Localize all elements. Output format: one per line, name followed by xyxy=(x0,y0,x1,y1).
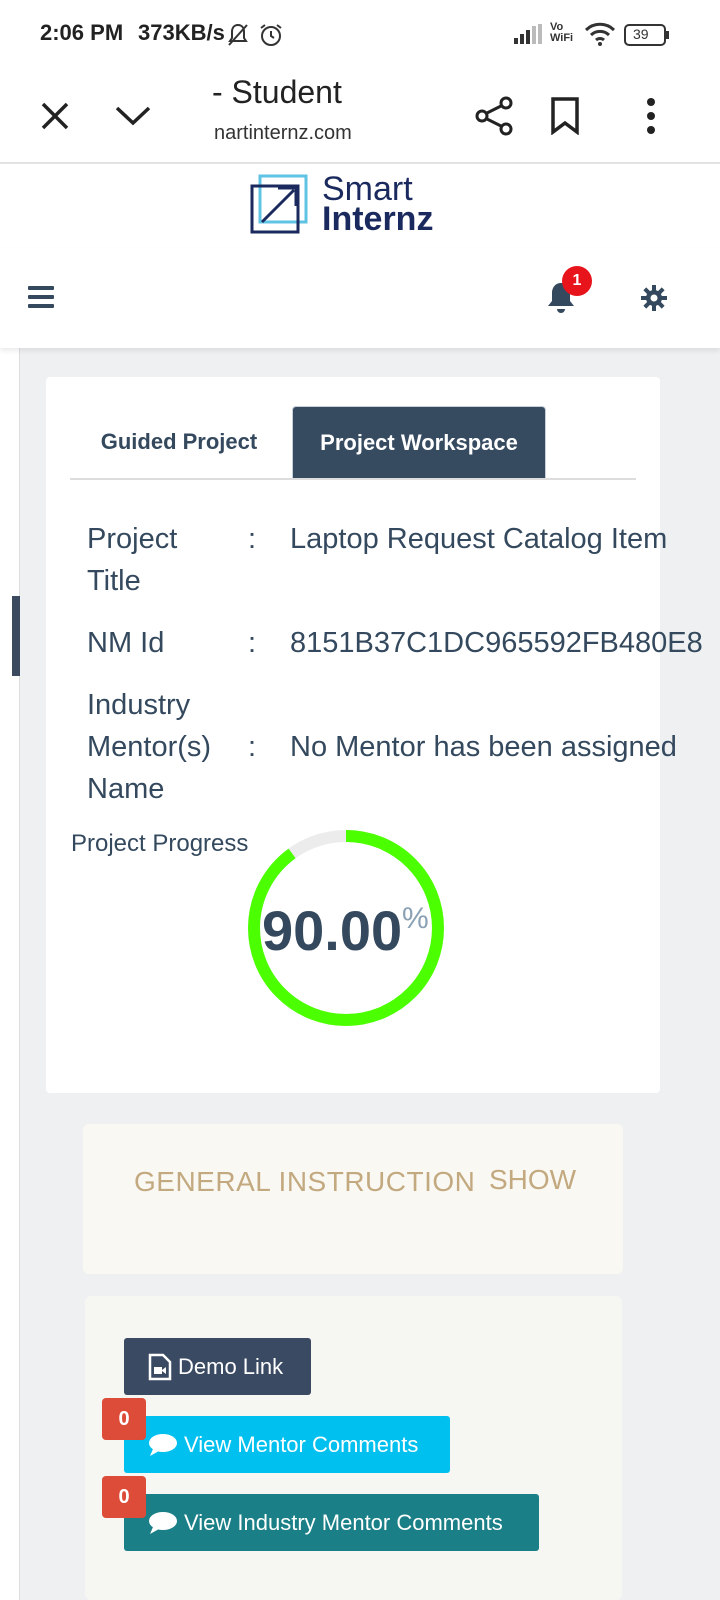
site-navbar xyxy=(0,248,720,348)
mentor-label-line1: Industry xyxy=(87,689,191,721)
settings-gear-icon[interactable] xyxy=(640,284,668,317)
mentor-value: No Mentor has been assigned xyxy=(290,731,677,763)
project-progress-label: Project Progress xyxy=(71,830,249,857)
status-bar: 2:06 PM 373KB/s Vo WiFi 39 xyxy=(0,0,720,68)
mentor-label-line3: Name xyxy=(87,773,165,805)
share-button[interactable] xyxy=(466,88,522,144)
alarm-icon xyxy=(258,22,284,53)
project-title-value: Laptop Request Catalog Item xyxy=(290,523,668,555)
mentor-colon: : xyxy=(248,731,257,763)
signal-icon xyxy=(514,24,544,49)
page-url[interactable]: nartinternz.com xyxy=(214,122,352,145)
sidebar-active-indicator xyxy=(12,596,20,676)
mentor-comments-count-badge: 0 xyxy=(102,1398,146,1440)
project-title-label-line2: Title xyxy=(87,565,141,597)
view-mentor-comments-button[interactable]: View Mentor Comments xyxy=(124,1416,450,1473)
bookmark-button[interactable] xyxy=(537,88,593,144)
logo-mark-icon xyxy=(250,174,310,239)
progress-percent-sign: % xyxy=(402,902,429,935)
comment-icon xyxy=(149,1433,177,1456)
demo-link-label: Demo Link xyxy=(178,1353,284,1379)
browser-toolbar: - Student nartinternz.com xyxy=(0,68,720,164)
project-title-label: Project xyxy=(87,523,178,555)
mute-bell-icon xyxy=(226,22,250,53)
collapsed-sidebar[interactable] xyxy=(0,348,20,1600)
general-instruction-show-toggle[interactable]: SHOW xyxy=(489,1164,576,1196)
more-vert-icon xyxy=(647,98,655,134)
close-icon xyxy=(41,102,69,130)
status-time: 2:06 PM xyxy=(40,20,124,45)
tab-project-workspace[interactable]: Project Workspace xyxy=(292,406,546,478)
collapse-button[interactable] xyxy=(105,88,161,144)
tab-guided-project[interactable]: Guided Project xyxy=(74,406,284,478)
project-title-colon: : xyxy=(248,523,257,555)
notification-badge: 1 xyxy=(562,266,592,296)
more-options-button[interactable] xyxy=(623,88,679,144)
logo-text-internz: Internz xyxy=(322,200,434,238)
close-tab-button[interactable] xyxy=(27,88,83,144)
view-industry-mentor-comments-button[interactable]: View Industry Mentor Comments xyxy=(124,1494,539,1551)
view-mentor-comments-label: View Mentor Comments xyxy=(184,1431,419,1457)
nm-id-value: 8151B37C1DC965592FB480E8 xyxy=(290,627,703,659)
page-title: - Student xyxy=(212,74,342,110)
general-instruction-panel xyxy=(83,1124,623,1274)
menu-icon[interactable] xyxy=(28,286,54,308)
bookmark-icon xyxy=(551,97,579,135)
vowifi-label: Vo WiFi xyxy=(550,21,574,44)
video-file-icon xyxy=(148,1353,172,1380)
nm-id-label: NM Id xyxy=(87,627,165,659)
general-instruction-title: GENERAL INSTRUCTION xyxy=(134,1166,476,1197)
mentor-label-line2: Mentor(s) xyxy=(87,731,212,763)
battery-level: 39 xyxy=(633,26,649,42)
view-industry-mentor-comments-label: View Industry Mentor Comments xyxy=(184,1509,503,1535)
chevron-down-icon xyxy=(115,106,151,126)
project-tabs: Guided Project Project Workspace xyxy=(70,406,636,480)
progress-value: 90.00 xyxy=(262,899,403,962)
status-net-speed: 373KB/s xyxy=(138,20,225,45)
industry-comments-count-badge: 0 xyxy=(102,1476,146,1518)
nm-id-colon: : xyxy=(248,627,257,659)
site-logo-bar: Smart Internz xyxy=(0,166,720,244)
wifi-icon xyxy=(584,22,616,51)
demo-link-button[interactable]: Demo Link xyxy=(124,1338,311,1395)
comment-icon xyxy=(149,1511,177,1534)
share-icon xyxy=(475,96,513,136)
